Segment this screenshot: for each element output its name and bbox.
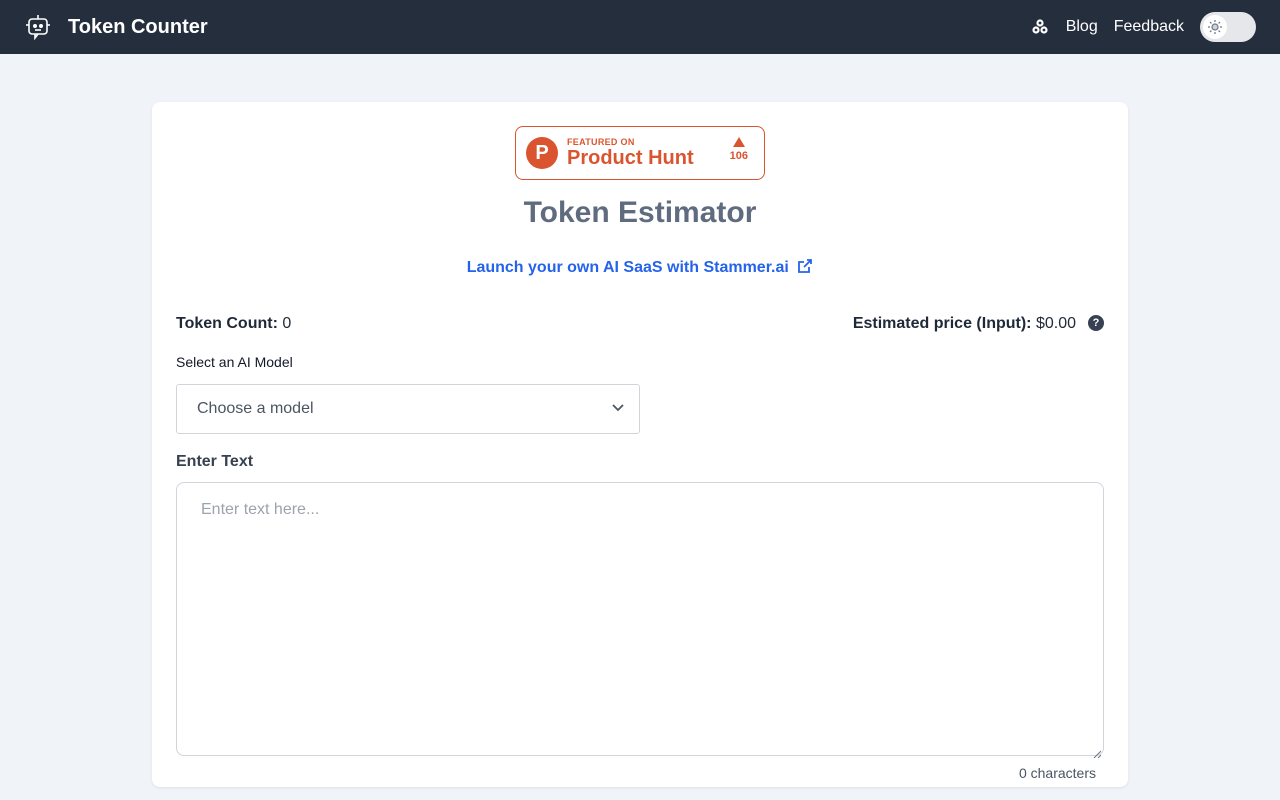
token-count: Token Count: 0	[176, 315, 291, 333]
brand-title: Token Counter	[68, 15, 208, 38]
page-title: Token Estimator	[523, 196, 757, 229]
model-select[interactable]: Choose a model	[176, 384, 640, 434]
estimator-card: P FEATURED ON Product Hunt 106 Token Est…	[152, 102, 1128, 787]
robot-icon	[24, 13, 52, 41]
product-hunt-text: FEATURED ON Product Hunt	[567, 137, 694, 169]
product-hunt-logo-icon: P	[526, 137, 558, 169]
promo-link-text: Launch your own AI SaaS with Stammer.ai	[466, 259, 789, 276]
github-icon[interactable]	[1030, 17, 1050, 37]
external-link-icon	[797, 258, 813, 279]
upvote-arrow-icon	[732, 137, 745, 147]
sun-icon	[1203, 15, 1227, 39]
badge-vote-count: 106	[729, 150, 748, 162]
brand[interactable]: Token Counter	[24, 13, 208, 41]
price-value: $0.00	[1035, 315, 1076, 332]
text-input-label: Enter Text	[176, 453, 254, 470]
theme-toggle[interactable]	[1200, 12, 1256, 42]
text-input[interactable]: Enter text here...	[176, 482, 1104, 759]
model-select-value: Choose a model	[197, 400, 314, 417]
top-navbar: Token Counter Blog Feedback	[0, 0, 1280, 54]
character-count: 0 characters	[1018, 765, 1096, 781]
nav-right: Blog Feedback	[1030, 12, 1256, 42]
badge-name: Product Hunt	[567, 147, 694, 169]
chevron-down-icon	[611, 400, 625, 419]
token-count-label: Token Count:	[176, 315, 278, 332]
help-icon[interactable]: ?	[1088, 315, 1104, 331]
token-count-value: 0	[282, 315, 292, 332]
resize-handle-icon[interactable]	[1093, 745, 1102, 759]
nav-link-feedback[interactable]: Feedback	[1114, 18, 1184, 36]
product-hunt-badge[interactable]: P FEATURED ON Product Hunt 106	[515, 126, 765, 180]
badge-votes: 106	[730, 137, 748, 162]
price-label: Estimated price (Input):	[852, 315, 1032, 332]
badge-featured-label: FEATURED ON	[567, 137, 635, 147]
model-select-label: Select an AI Model	[176, 354, 293, 370]
text-input-placeholder: Enter text here...	[201, 501, 320, 518]
stammer-promo-link[interactable]: Launch your own AI SaaS with Stammer.ai	[152, 258, 1128, 279]
estimated-price: Estimated price (Input): $0.00	[853, 315, 1076, 333]
nav-link-blog[interactable]: Blog	[1066, 18, 1098, 36]
